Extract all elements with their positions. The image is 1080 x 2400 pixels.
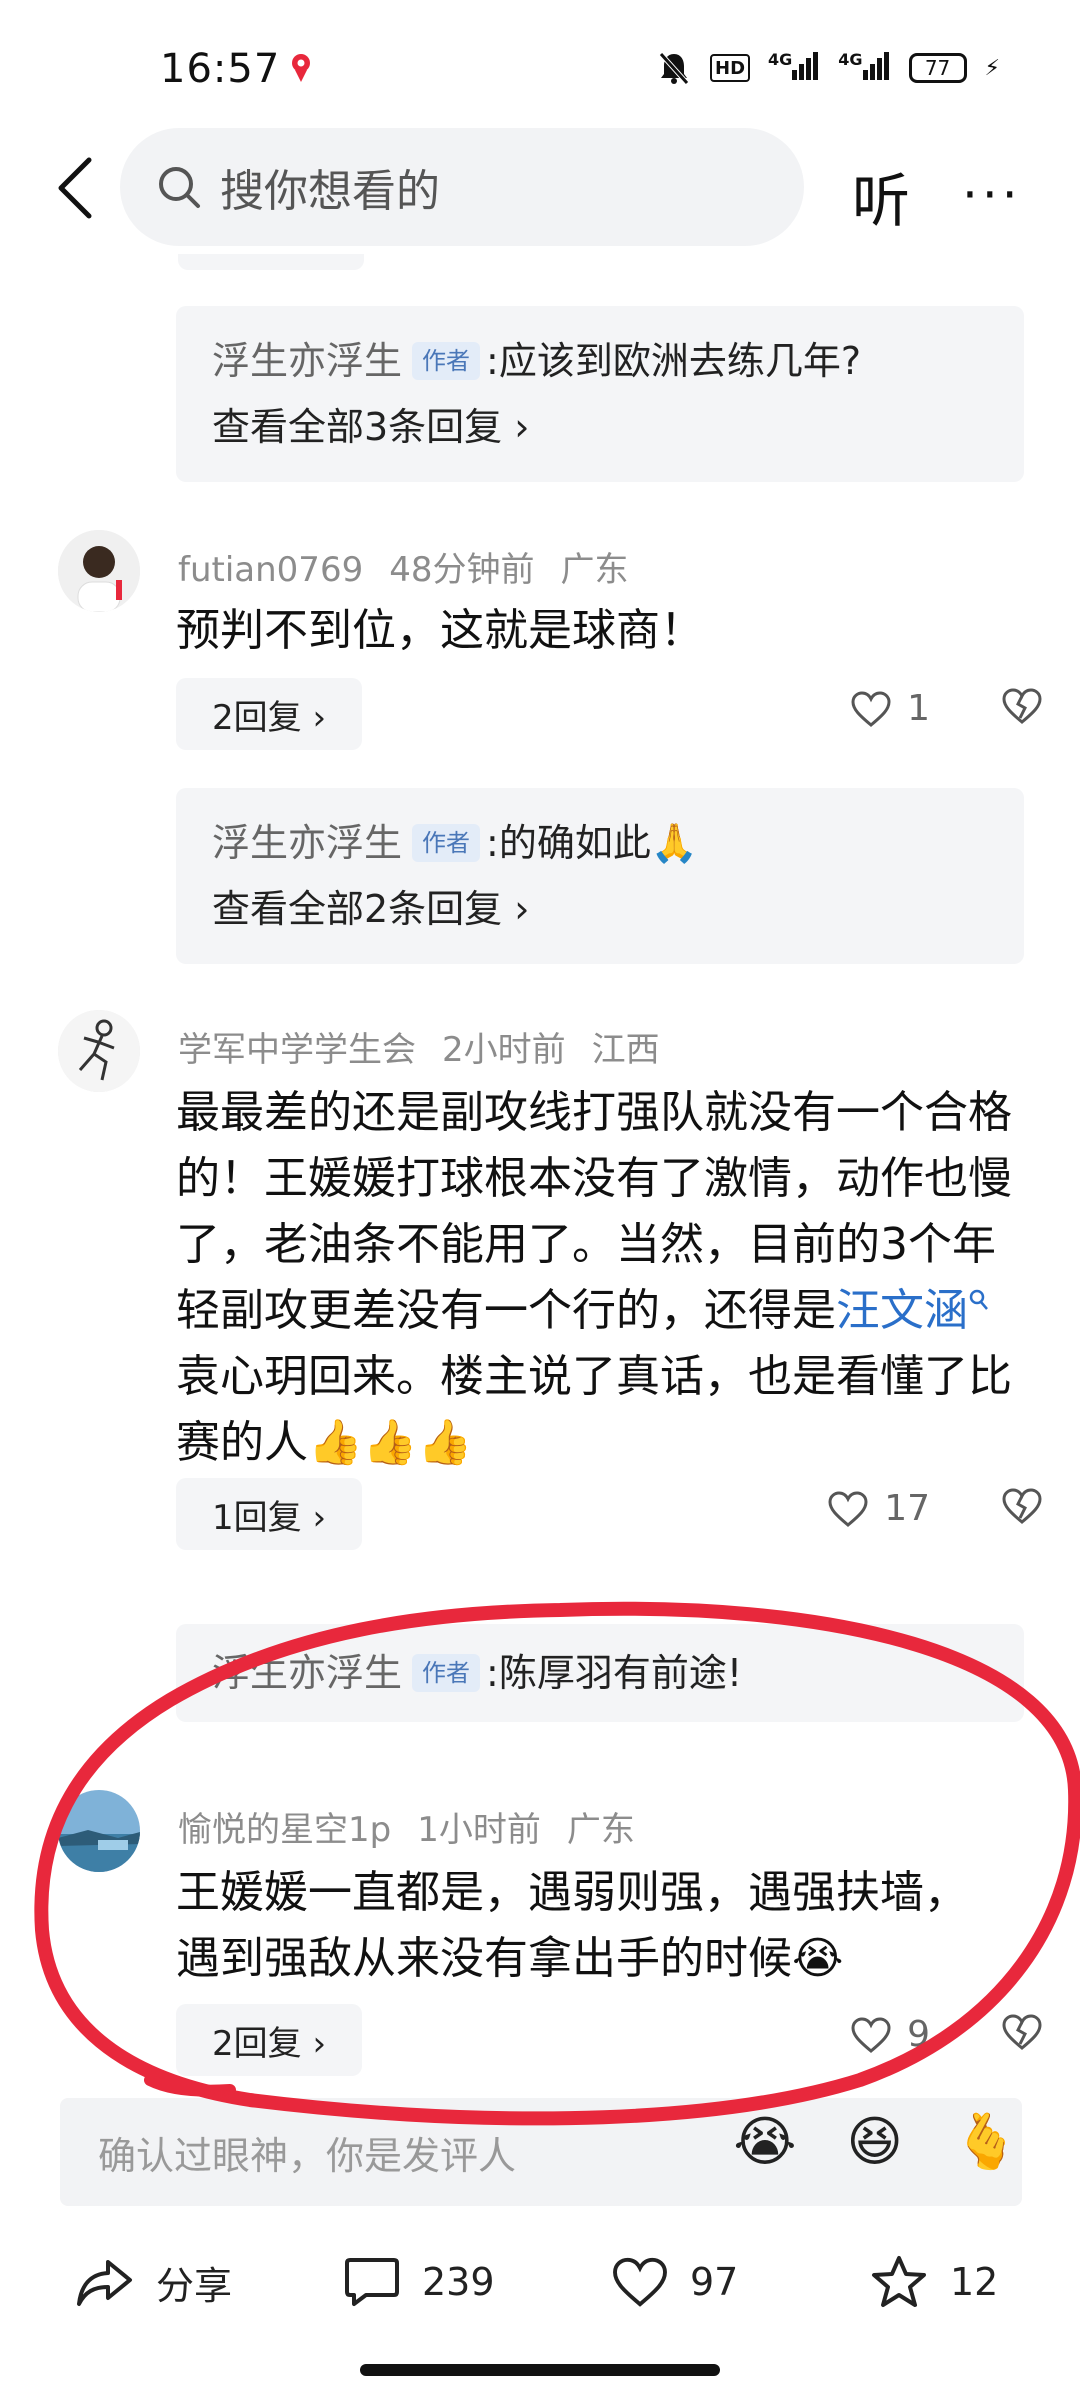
reply-author[interactable]: 浮生亦浮生 xyxy=(212,334,402,388)
comments-count: 239 xyxy=(422,2260,495,2304)
view-all-replies-link[interactable]: 查看全部2条回复 › xyxy=(212,882,988,936)
avatar-runner-icon xyxy=(58,1010,140,1092)
like-count: 9 xyxy=(907,2014,930,2055)
reply-preview-box[interactable]: 浮生亦浮生 作者 :陈厚羽有前途! xyxy=(176,1624,1024,1722)
comment-bubble-icon xyxy=(345,2258,399,2306)
quick-emoji-row: 😭 😆 🫰 xyxy=(733,2110,1020,2174)
comment-text: 王媛媛一直都是，遇弱则强，遇强扶墙，遇到强敌从来没有拿出手的时候😭 xyxy=(176,1867,968,1984)
comment-meta: 愉悦的星空1p 1小时前 广东 xyxy=(178,1802,661,1851)
comment-time: 1小时前 xyxy=(417,1810,541,1850)
search-link-text: 汪文涵 xyxy=(836,1285,968,1336)
like-count: 1 xyxy=(907,688,930,729)
heart-icon xyxy=(851,690,891,727)
reply-text: :应该到欧洲去练几年? xyxy=(486,339,861,383)
listen-button[interactable]: 听 xyxy=(852,154,910,238)
like-count: 17 xyxy=(884,1488,930,1529)
reply-author[interactable]: 浮生亦浮生 xyxy=(212,816,402,870)
bottom-action-bar: 分享 239 97 12 xyxy=(0,2222,1080,2342)
share-arrow-icon xyxy=(77,2260,132,2306)
heart-fingers-emoji-button[interactable]: 🫰 xyxy=(953,2110,1020,2174)
comment-username[interactable]: futian0769 xyxy=(178,550,363,590)
author-tag: 作者 xyxy=(412,1654,481,1692)
hd-indicator: HD xyxy=(710,54,751,82)
top-bar: 搜你想看的 听 ··· xyxy=(0,128,1080,248)
reply-preview-line: 浮生亦浮生 作者 :应该到欧洲去练几年? xyxy=(212,334,988,388)
comment-username[interactable]: 愉悦的星空1p xyxy=(178,1810,391,1850)
reply-preview-line: 浮生亦浮生 作者 :的确如此🙏 xyxy=(212,816,988,870)
crying-emoji-button[interactable]: 😭 xyxy=(733,2110,796,2174)
like-article-button[interactable]: 97 xyxy=(612,2257,738,2307)
more-options-button[interactable]: ··· xyxy=(962,166,1022,224)
broken-heart-icon[interactable] xyxy=(1002,688,1042,724)
avatar[interactable] xyxy=(58,1010,140,1092)
network-4g-label-2: 4G xyxy=(838,50,863,69)
replies-count-button[interactable]: 2回复 › xyxy=(176,2004,363,2076)
like-button[interactable]: 17 xyxy=(828,1488,930,1529)
search-link[interactable]: 汪文涵 xyxy=(836,1285,990,1336)
status-icons: HD 4G 4G 77 ⚡ xyxy=(656,48,1000,88)
home-indicator[interactable] xyxy=(360,2364,720,2376)
network-4g-indicator: 4G xyxy=(768,50,820,86)
share-button[interactable]: 分享 xyxy=(76,2255,232,2310)
view-all-replies-link[interactable]: 查看全部3条回复 › xyxy=(212,400,988,454)
comment-time: 48分钟前 xyxy=(389,550,535,590)
network-4g-label: 4G xyxy=(768,50,793,69)
broken-heart-icon[interactable] xyxy=(1002,2014,1042,2050)
share-label: 分享 xyxy=(156,2263,233,2308)
mute-bell-icon xyxy=(659,52,689,85)
comment-meta: 学军中学学生会 2小时前 江西 xyxy=(178,1022,686,1071)
broken-heart-icon[interactable] xyxy=(1002,1488,1042,1524)
comment-location: 江西 xyxy=(591,1030,660,1070)
likes-count: 97 xyxy=(690,2260,739,2304)
comment-username[interactable]: 学军中学学生会 xyxy=(178,1030,416,1070)
network-4g-indicator-2: 4G xyxy=(838,50,890,86)
like-button[interactable]: 1 xyxy=(851,688,930,729)
search-input[interactable]: 搜你想看的 xyxy=(120,128,804,246)
location-pin-icon xyxy=(292,54,310,82)
avatar-person-icon xyxy=(58,530,140,612)
replies-count-button[interactable]: 1回复 › xyxy=(176,1478,363,1550)
favorites-count: 12 xyxy=(950,2260,999,2304)
like-button[interactable]: 9 xyxy=(851,2014,930,2055)
star-icon xyxy=(872,2256,926,2307)
reply-text: :陈厚羽有前途! xyxy=(486,1651,743,1695)
reply-preview-box[interactable]: 浮生亦浮生 作者 :的确如此🙏 查看全部2条回复 › xyxy=(176,788,1024,964)
comment-text: 最最差的还是副攻线打强队就没有一个合格的！王媛媛打球根本没有了激情，动作也慢了，… xyxy=(176,1080,1016,1476)
replies-count-button[interactable]: 2回复 › xyxy=(176,678,363,750)
signal-bars-icon-2 xyxy=(862,52,889,80)
reply-text: :的确如此🙏 xyxy=(486,821,699,865)
reply-preview-line: 浮生亦浮生 作者 :陈厚羽有前途! xyxy=(212,1646,988,1700)
comment-text: 预判不到位，这就是球商！ xyxy=(176,605,704,656)
search-placeholder: 搜你想看的 xyxy=(220,166,440,217)
heart-icon xyxy=(613,2257,667,2307)
status-time: 16:57 xyxy=(160,46,281,92)
search-icon xyxy=(159,167,200,208)
comment-meta: futian0769 48分钟前 广东 xyxy=(178,542,654,591)
charging-bolt-icon: ⚡ xyxy=(984,55,1000,81)
previous-reply-box-edge xyxy=(178,254,364,270)
reply-preview-box[interactable]: 浮生亦浮生 作者 :应该到欧洲去练几年? 查看全部3条回复 › xyxy=(176,306,1024,482)
search-link-icon xyxy=(969,1289,988,1310)
battery-indicator: 77 xyxy=(908,53,967,83)
author-tag: 作者 xyxy=(412,824,481,862)
back-arrow-icon xyxy=(58,157,92,219)
comments-button[interactable]: 239 xyxy=(344,2256,495,2308)
comment-location: 广东 xyxy=(566,1810,635,1850)
signal-bars-icon xyxy=(792,52,819,80)
favorite-button[interactable]: 12 xyxy=(870,2254,998,2310)
status-bar: 16:57 HD 4G 4G 77 ⚡ xyxy=(0,0,1080,130)
reply-author[interactable]: 浮生亦浮生 xyxy=(212,1646,402,1700)
laughing-emoji-button[interactable]: 😆 xyxy=(846,2110,902,2174)
avatar[interactable] xyxy=(58,1790,140,1872)
heart-icon xyxy=(851,2016,891,2053)
comment-text-part: 袁心玥回来。楼主说了真话，也是看懂了比赛的人👍👍👍 xyxy=(176,1351,1012,1468)
heart-icon xyxy=(828,1490,868,1527)
comment-location: 广东 xyxy=(560,550,629,590)
comment-time: 2小时前 xyxy=(442,1030,566,1070)
avatar-landscape-icon xyxy=(58,1790,140,1872)
comment-input-placeholder: 确认过眼神，你是发评人 xyxy=(98,2133,517,2178)
back-button[interactable] xyxy=(40,148,110,228)
author-tag: 作者 xyxy=(412,342,481,380)
avatar[interactable] xyxy=(58,530,140,612)
